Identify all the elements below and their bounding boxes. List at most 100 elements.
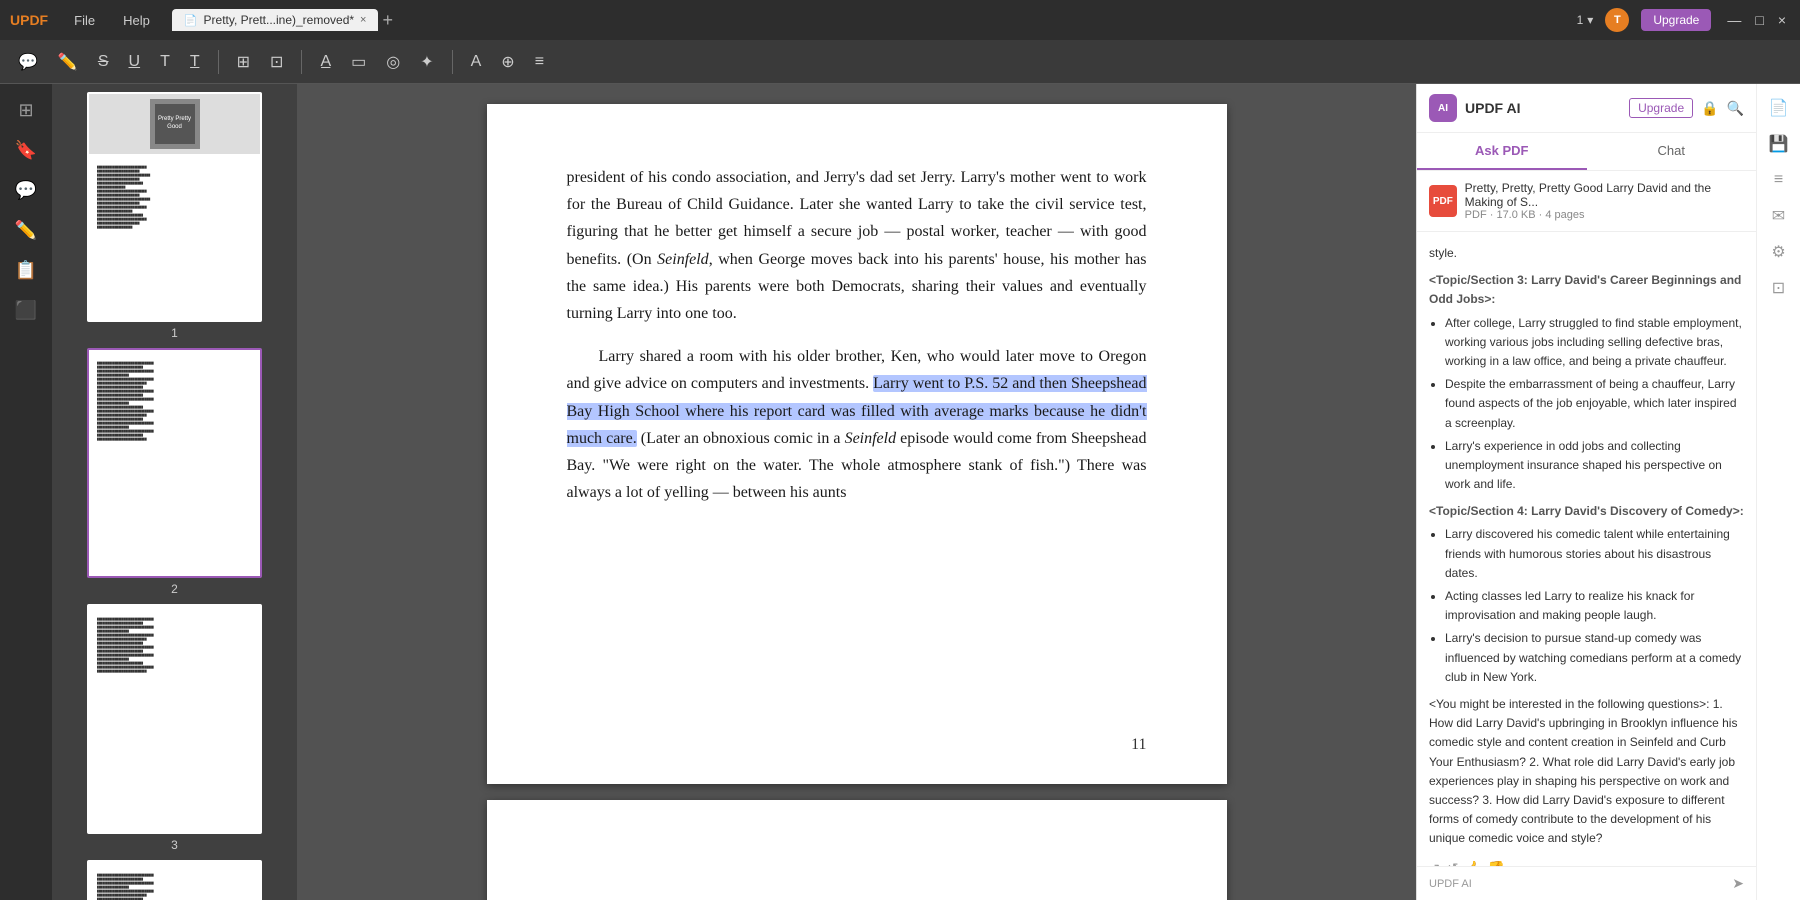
tab-title: Pretty, Prett...ine)_removed* xyxy=(204,13,355,27)
panel-tabs: Ask PDF Chat xyxy=(1417,133,1756,171)
thumbnail-label-2: 2 xyxy=(171,582,178,596)
chat-content: style. <Topic/Section 3: Larry David's C… xyxy=(1417,232,1756,866)
stamp-tool[interactable]: ⊕ xyxy=(495,48,520,76)
page-num: 1 xyxy=(1577,13,1584,27)
maximize-btn[interactable]: □ xyxy=(1751,10,1767,30)
rs-save-icon[interactable]: 💾 xyxy=(1763,128,1795,160)
minimize-btn[interactable]: — xyxy=(1723,10,1745,30)
toolbar-sep-2 xyxy=(301,50,302,74)
pdf-file-icon: PDF xyxy=(1429,185,1457,217)
chat-style-note: style. xyxy=(1429,244,1744,263)
topic-4: <Topic/Section 4: Larry David's Discover… xyxy=(1429,502,1744,687)
seinfeld-ref-2: Seinfeld xyxy=(845,430,897,447)
rs-message-icon[interactable]: ✉ xyxy=(1763,200,1795,232)
text-format-tool[interactable]: T̲ xyxy=(184,49,206,75)
pdf-viewer[interactable]: president of his condo association, and … xyxy=(297,84,1416,900)
sidebar-home[interactable]: ⊞ xyxy=(8,92,44,128)
topic-4-title: <Topic/Section 4: Larry David's Discover… xyxy=(1429,502,1744,521)
pdf-page-2 xyxy=(487,800,1227,900)
pdf-info: Pretty, Pretty, Pretty Good Larry David … xyxy=(1465,181,1744,221)
pdf-content: president of his condo association, and … xyxy=(567,164,1147,506)
text-tool[interactable]: T xyxy=(154,49,176,75)
color-tool[interactable]: A̲ xyxy=(314,49,337,75)
pen-tool[interactable]: ✦ xyxy=(414,48,439,76)
thumb-text-2: ████████████████████████████████ ███████… xyxy=(89,350,260,450)
pdf-page-main: president of his condo association, and … xyxy=(487,104,1227,784)
underline-tool[interactable]: U xyxy=(123,49,147,75)
tab-bar: 📄 Pretty, Prett...ine)_removed* × + xyxy=(172,9,1561,31)
thumbnail-img-4: ████████████████████████████████ ███████… xyxy=(87,860,262,900)
menu-help[interactable]: Help xyxy=(117,11,156,30)
left-sidebar: ⊞ 🔖 💬 ✏️ 📋 ⬛ xyxy=(0,84,52,900)
topic-4-item-1: Larry discovered his comedic talent whil… xyxy=(1445,525,1744,583)
top-bar: UPDF File Help 📄 Pretty, Prett...ine)_re… xyxy=(0,0,1800,40)
thumb-text-1: ████████████████████████████ ███████████… xyxy=(89,158,260,238)
thumbnail-img-2: ████████████████████████████████ ███████… xyxy=(87,348,262,578)
thumbnail-2[interactable]: ████████████████████████████████ ███████… xyxy=(60,348,289,596)
panel-header: AI UPDF AI Upgrade 🔒 🔍 xyxy=(1417,84,1756,133)
circle-tool[interactable]: ◎ xyxy=(380,48,406,76)
panel-upgrade-btn[interactable]: Upgrade xyxy=(1629,98,1693,118)
tab-close-btn[interactable]: × xyxy=(360,14,366,26)
pdf-meta: PDF · 17.0 KB · 4 pages xyxy=(1465,209,1744,221)
topic-3-title: <Topic/Section 3: Larry David's Career B… xyxy=(1429,271,1744,309)
lock-icon: 🔒 xyxy=(1701,100,1718,117)
rs-settings-icon[interactable]: ⚙ xyxy=(1763,236,1795,268)
tab-ask-pdf[interactable]: Ask PDF xyxy=(1417,133,1587,170)
rs-pages-icon[interactable]: 📄 xyxy=(1763,92,1795,124)
page-nav-icon[interactable]: ▾ xyxy=(1587,13,1593,27)
avatar[interactable]: T xyxy=(1605,8,1629,32)
thumbnail-4[interactable]: ████████████████████████████████ ███████… xyxy=(60,860,289,900)
thumbnail-label-1: 1 xyxy=(171,326,178,340)
thumbnail-img-1: Pretty Pretty Good █████████████████████… xyxy=(87,92,262,322)
thumbnail-1[interactable]: Pretty Pretty Good █████████████████████… xyxy=(60,92,289,340)
shape-tool[interactable]: ▭ xyxy=(345,48,372,76)
chat-actions: ↗ ↺ 👍 👎 xyxy=(1429,856,1744,866)
thumbnail-3[interactable]: ████████████████████████████████ ███████… xyxy=(60,604,289,852)
chat-input-actions: ➤ xyxy=(1732,875,1744,892)
top-bar-right: 1 ▾ T Upgrade — □ × xyxy=(1577,8,1790,32)
thumbnail-label-3: 3 xyxy=(171,838,178,852)
updf-ai-logo: AI xyxy=(1429,94,1457,122)
chat-footer-label: UPDF AI xyxy=(1429,878,1472,890)
tab-chat[interactable]: Chat xyxy=(1587,133,1757,170)
page-number: 11 xyxy=(1131,736,1146,754)
crop-tool[interactable]: ⊡ xyxy=(264,48,289,76)
pdf-info-bar: PDF Pretty, Pretty, Pretty Good Larry Da… xyxy=(1417,171,1756,232)
strikethrough-tool[interactable]: S xyxy=(92,49,115,75)
topic-3-item-3: Larry's experience in odd jobs and colle… xyxy=(1445,437,1744,495)
comment-tool[interactable]: 💬 xyxy=(12,48,44,76)
table-tool[interactable]: ⊞ xyxy=(231,48,256,76)
pdf-filename: Pretty, Pretty, Pretty Good Larry David … xyxy=(1465,181,1744,209)
page-nav: 1 ▾ xyxy=(1577,13,1594,27)
thumb-text-3: ████████████████████████████████ ███████… xyxy=(89,606,260,682)
more-tool[interactable]: ≡ xyxy=(529,49,550,75)
sidebar-pages[interactable]: 📋 xyxy=(8,252,44,288)
style-text: style. xyxy=(1429,246,1457,260)
topic-4-item-2: Acting classes led Larry to realize his … xyxy=(1445,587,1744,625)
rs-list-icon[interactable]: ≡ xyxy=(1763,164,1795,196)
upgrade-button[interactable]: Upgrade xyxy=(1641,9,1711,31)
new-tab-btn[interactable]: + xyxy=(382,10,393,31)
rs-resize-icon[interactable]: ⊡ xyxy=(1763,272,1795,304)
highlight-tool[interactable]: ✏️ xyxy=(52,48,84,76)
active-tab[interactable]: 📄 Pretty, Prett...ine)_removed* × xyxy=(172,9,379,31)
topic-4-item-3: Larry's decision to pursue stand-up come… xyxy=(1445,629,1744,687)
sidebar-comment[interactable]: 💬 xyxy=(8,172,44,208)
close-btn[interactable]: × xyxy=(1774,10,1790,30)
toolbar: 💬 ✏️ S U T T̲ ⊞ ⊡ A̲ ▭ ◎ ✦ A ⊕ ≡ xyxy=(0,40,1800,84)
chat-footer: UPDF AI ➤ xyxy=(1417,866,1756,900)
sidebar-edit[interactable]: ✏️ xyxy=(8,212,44,248)
menu-file[interactable]: File xyxy=(68,11,101,30)
send-icon[interactable]: ➤ xyxy=(1732,875,1744,892)
thumbnail-img-3: ████████████████████████████████ ███████… xyxy=(87,604,262,834)
sidebar-extract[interactable]: ⬛ xyxy=(8,292,44,328)
ai-logo-text: AI xyxy=(1438,103,1448,114)
toolbar-sep-3 xyxy=(452,50,453,74)
main-content: ⊞ 🔖 💬 ✏️ 📋 ⬛ Pretty Pretty Good ████████… xyxy=(0,84,1800,900)
thumbnail-panel: Pretty Pretty Good █████████████████████… xyxy=(52,84,297,900)
search-panel-icon[interactable]: 🔍 xyxy=(1727,100,1744,117)
topic-3-item-2: Despite the embarrassment of being a cha… xyxy=(1445,375,1744,433)
font-tool[interactable]: A xyxy=(465,49,488,75)
sidebar-bookmark[interactable]: 🔖 xyxy=(8,132,44,168)
